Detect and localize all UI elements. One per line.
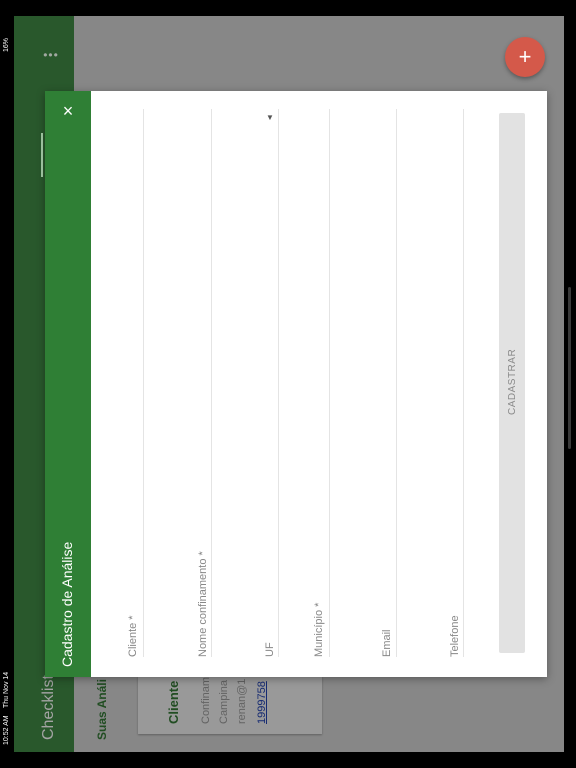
field-label: UF [264, 642, 276, 657]
dialog-title: Cadastro de Análise [59, 541, 75, 667]
status-time: 10:52 AM [3, 715, 10, 745]
register-analysis-dialog: × Cadastro de Análise Cliente * Nome con… [41, 91, 547, 677]
field-label: Telefone [449, 615, 461, 657]
uf-select[interactable]: UF ▼ [211, 109, 279, 657]
scroll-indicator[interactable] [568, 287, 571, 449]
nome-confinamento-field[interactable]: Nome confinamento * [143, 109, 212, 657]
field-label: Email [381, 629, 393, 657]
telefone-field[interactable]: Telefone [396, 109, 464, 657]
dropdown-arrow-icon[interactable]: ▼ [266, 113, 274, 122]
add-button[interactable]: + [505, 37, 545, 77]
cadastrar-button[interactable]: CADASTRAR [499, 113, 525, 653]
drag-handle[interactable] [41, 133, 47, 177]
field-label: Nome confinamento * [197, 551, 209, 657]
close-icon[interactable]: × [58, 101, 78, 121]
municipio-field[interactable]: Município * [278, 109, 330, 657]
battery-level: 16% [3, 37, 10, 52]
field-label: Cliente * [127, 615, 139, 657]
field-label: Município * [313, 602, 325, 657]
status-date: Thu Nov 14 [3, 671, 10, 708]
status-bar: 10:52 AM Thu Nov 14 16% [0, 0, 14, 768]
email-field[interactable]: Email [329, 109, 397, 657]
dialog-header: × Cadastro de Análise [41, 91, 91, 677]
cliente-field[interactable]: Cliente * [100, 109, 144, 657]
cadastrar-label: CADASTRAR [507, 348, 518, 415]
